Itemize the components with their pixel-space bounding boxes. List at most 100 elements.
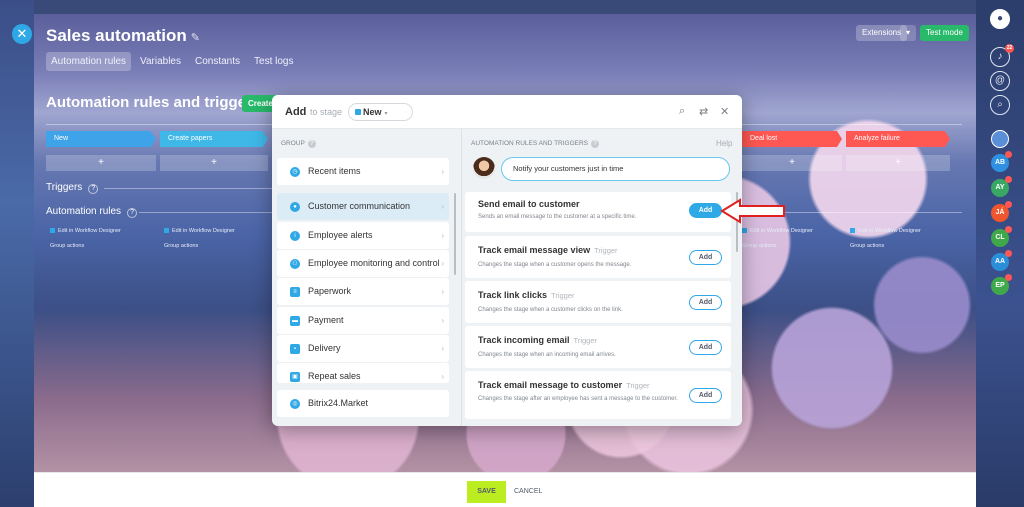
user-icon[interactable]: ● xyxy=(990,9,1010,29)
footer-bar: SAVE CANCEL xyxy=(34,472,976,507)
edit-pencil-icon[interactable]: ✎ xyxy=(191,32,200,44)
add-rule-button[interactable]: Add xyxy=(689,340,722,355)
add-rule-button[interactable]: Add xyxy=(689,250,722,265)
stage-analyze-failure[interactable]: Analyze failure xyxy=(846,131,950,147)
tab-constants[interactable]: Constants xyxy=(190,52,245,71)
save-button[interactable]: SAVE xyxy=(467,481,506,503)
divider xyxy=(139,212,274,213)
rule-description: Changes the stage when a customer opens … xyxy=(478,262,632,268)
chevron-right-icon: › xyxy=(441,344,444,353)
rule-title: Send email to customer xyxy=(478,199,580,209)
avatar[interactable]: CL xyxy=(991,226,1012,247)
left-background xyxy=(0,0,34,507)
avatar[interactable]: EP xyxy=(991,274,1012,295)
rule-title: Track incoming email Trigger xyxy=(478,335,598,345)
cart-icon: ▣ xyxy=(290,372,300,382)
group-actions-link[interactable]: Group actions xyxy=(50,243,84,249)
rule-card[interactable]: Track link clicks Trigger Changes the sta… xyxy=(465,281,731,323)
search-icon[interactable]: ⌕ xyxy=(679,105,685,118)
stage-new[interactable]: New xyxy=(46,131,156,147)
chevron-down-icon[interactable]: ▾ xyxy=(900,25,916,41)
add-rule-dialog: Add to stage New ▾ ⌕ ⇄ ✕ GROUP? AUTOMATIO… xyxy=(272,95,742,426)
stage-deal-lost[interactable]: Deal lost xyxy=(742,131,842,147)
chevron-right-icon: › xyxy=(441,372,444,381)
chevron-down-icon: ▾ xyxy=(384,111,388,117)
edit-workflow-link[interactable]: Edit in Workflow Designer xyxy=(742,228,813,234)
divider xyxy=(104,188,274,189)
rule-card[interactable]: Send email to customer Sends an email me… xyxy=(465,192,731,232)
close-icon[interactable]: ✕ xyxy=(720,105,729,118)
promo-bubble[interactable]: Notify your customers just in time xyxy=(501,157,730,181)
help-icon[interactable]: ? xyxy=(88,184,99,194)
group-item-delivery[interactable]: ▪ Delivery › xyxy=(277,335,449,362)
chevron-right-icon: › xyxy=(441,259,444,268)
clock-icon: ◷ xyxy=(290,167,300,177)
rule-title: Track link clicks Trigger xyxy=(478,290,575,300)
avatar[interactable]: AA xyxy=(991,250,1012,271)
rules-column-label: AUTOMATION RULES AND TRIGGERS? xyxy=(471,140,600,148)
group-actions-link[interactable]: Group actions xyxy=(164,243,198,249)
tab-variables[interactable]: Variables xyxy=(135,52,186,71)
cancel-button[interactable]: CANCEL xyxy=(514,481,542,503)
dialog-header: Add to stage New ▾ ⌕ ⇄ ✕ xyxy=(272,95,742,129)
market-item[interactable]: ◎ Bitrix24.Market xyxy=(277,390,449,417)
group-item-paperwork[interactable]: ≡ Paperwork › xyxy=(277,278,449,305)
tab-test-logs[interactable]: Test logs xyxy=(249,52,298,71)
truck-icon: ▪ xyxy=(290,344,300,354)
assistant-avatar xyxy=(473,157,495,179)
edit-workflow-link[interactable]: Edit in Workflow Designer xyxy=(850,228,921,234)
right-sidebar: ● ♪ 22 @ ⌕ AB AY JÁ CL AA EP xyxy=(976,0,1024,507)
group-item-payment[interactable]: ▬ Payment › xyxy=(277,307,449,334)
rule-card[interactable]: Track email message to customer Trigger C… xyxy=(465,371,731,419)
document-icon: ≡ xyxy=(290,287,300,297)
rule-card[interactable]: Track incoming email Trigger Changes the … xyxy=(465,326,731,368)
help-link[interactable]: Help xyxy=(716,139,732,148)
group-item-recent[interactable]: ◷ Recent items › xyxy=(277,158,449,185)
to-stage-label: to stage xyxy=(310,107,343,117)
group-item-employee-alerts[interactable]: i Employee alerts › xyxy=(277,222,449,249)
edit-workflow-link[interactable]: Edit in Workflow Designer xyxy=(164,228,235,234)
group-item-repeat-sales[interactable]: ▣ Repeat sales › xyxy=(277,363,449,383)
avatar[interactable]: AY xyxy=(991,176,1012,197)
group-actions-link[interactable]: Group actions xyxy=(850,243,884,249)
rule-description: Changes the stage after an employee has … xyxy=(478,396,678,402)
stage-create-papers[interactable]: Create papers xyxy=(160,131,268,147)
notification-count: 22 xyxy=(1005,44,1014,53)
rule-card[interactable]: Track email message view Trigger Changes … xyxy=(465,236,731,278)
rule-title: Track email message view Trigger xyxy=(478,245,618,255)
stage-selector[interactable]: New ▾ xyxy=(348,103,413,121)
help-icon[interactable]: ? xyxy=(307,140,316,148)
edit-workflow-link[interactable]: Edit in Workflow Designer xyxy=(50,228,121,234)
column-divider xyxy=(461,129,462,426)
add-trigger-button[interactable]: + xyxy=(846,155,950,171)
tab-automation-rules[interactable]: Automation rules xyxy=(46,52,132,71)
test-mode-button[interactable]: Test mode xyxy=(920,25,969,41)
triggers-label: Triggers? xyxy=(46,182,99,194)
group-item-customer-communication[interactable]: ● Customer communication › xyxy=(277,193,449,220)
add-rule-button[interactable]: Add xyxy=(689,203,722,218)
group-item-employee-monitoring[interactable]: ⚇ Employee monitoring and control › xyxy=(277,250,449,277)
filter-icon[interactable]: ⇄ xyxy=(699,105,708,118)
help-icon[interactable]: ? xyxy=(591,140,600,148)
section-heading: Automation rules and triggers xyxy=(46,94,261,111)
dialog-title: Add xyxy=(285,106,307,118)
add-trigger-button[interactable]: + xyxy=(742,155,842,171)
chevron-right-icon: › xyxy=(441,167,444,176)
chat-icon: ● xyxy=(290,202,300,212)
chat-icon[interactable]: @ xyxy=(990,71,1010,91)
avatar[interactable]: JÁ xyxy=(991,201,1012,222)
add-trigger-button[interactable]: + xyxy=(160,155,268,171)
add-rule-button[interactable]: Add xyxy=(689,295,722,310)
pointer-arrow-icon xyxy=(720,198,785,224)
search-icon[interactable]: ⌕ xyxy=(990,95,1010,115)
add-trigger-button[interactable]: + xyxy=(46,155,156,171)
avatar[interactable] xyxy=(991,130,1009,148)
add-rule-button[interactable]: Add xyxy=(689,388,722,403)
scrollbar[interactable] xyxy=(454,193,456,275)
close-slider-icon[interactable]: ✕ xyxy=(12,24,32,44)
wallet-icon: ▬ xyxy=(290,316,300,326)
group-actions-link[interactable]: Group actions xyxy=(742,243,776,249)
chevron-right-icon: › xyxy=(441,287,444,296)
help-icon[interactable]: ? xyxy=(127,208,138,218)
avatar[interactable]: AB xyxy=(991,151,1012,172)
